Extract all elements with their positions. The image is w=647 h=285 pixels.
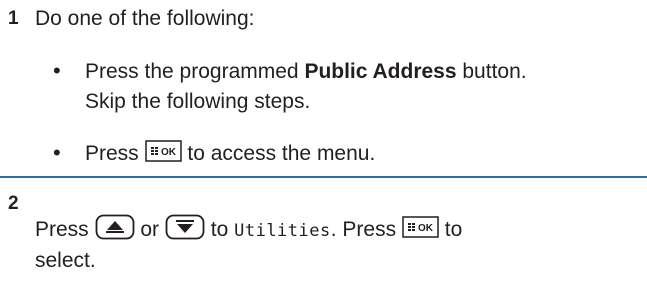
bullet-dot: • xyxy=(53,58,61,83)
bullet1-suffix: button. xyxy=(456,60,527,83)
step2-to: to xyxy=(210,218,229,241)
bullet1-prefix: Press the programmed xyxy=(85,60,305,83)
step1-intro: Do one of the following: xyxy=(35,7,255,30)
step2-press2: . Press xyxy=(330,218,397,241)
step2-line2: select. xyxy=(35,249,96,272)
bullet2-suffix: to access the menu. xyxy=(187,142,376,165)
menu-ok-key-icon: OK xyxy=(144,140,182,171)
step2-press: Press xyxy=(35,218,89,241)
bullet1-line2: Skip the following steps. xyxy=(85,90,311,113)
public-address-label: Public Address xyxy=(304,60,457,83)
step2-to2: to xyxy=(444,218,463,241)
menu-ok-key-icon: OK xyxy=(402,216,439,247)
menu-ok-key-label: OK xyxy=(161,147,177,158)
down-arrow-key-icon xyxy=(165,214,205,249)
step-number-2: 2 xyxy=(8,193,19,214)
section-divider xyxy=(0,176,647,178)
step2-line1: Press or to Utilities. Press OK to xyxy=(35,214,462,249)
step-number-1: 1 xyxy=(8,8,19,29)
bullet1-line1: Press the programmed Public Address butt… xyxy=(85,57,527,87)
step2-or: or xyxy=(140,218,160,241)
bullet2-line: Press OK to access the menu. xyxy=(85,139,375,171)
menu-ok-key-label: OK xyxy=(418,223,434,234)
up-arrow-key-icon xyxy=(95,214,135,249)
utilities-menu-item: Utilities xyxy=(234,221,331,241)
bullet-dot: • xyxy=(53,140,61,165)
bullet2-prefix: Press xyxy=(85,142,139,165)
